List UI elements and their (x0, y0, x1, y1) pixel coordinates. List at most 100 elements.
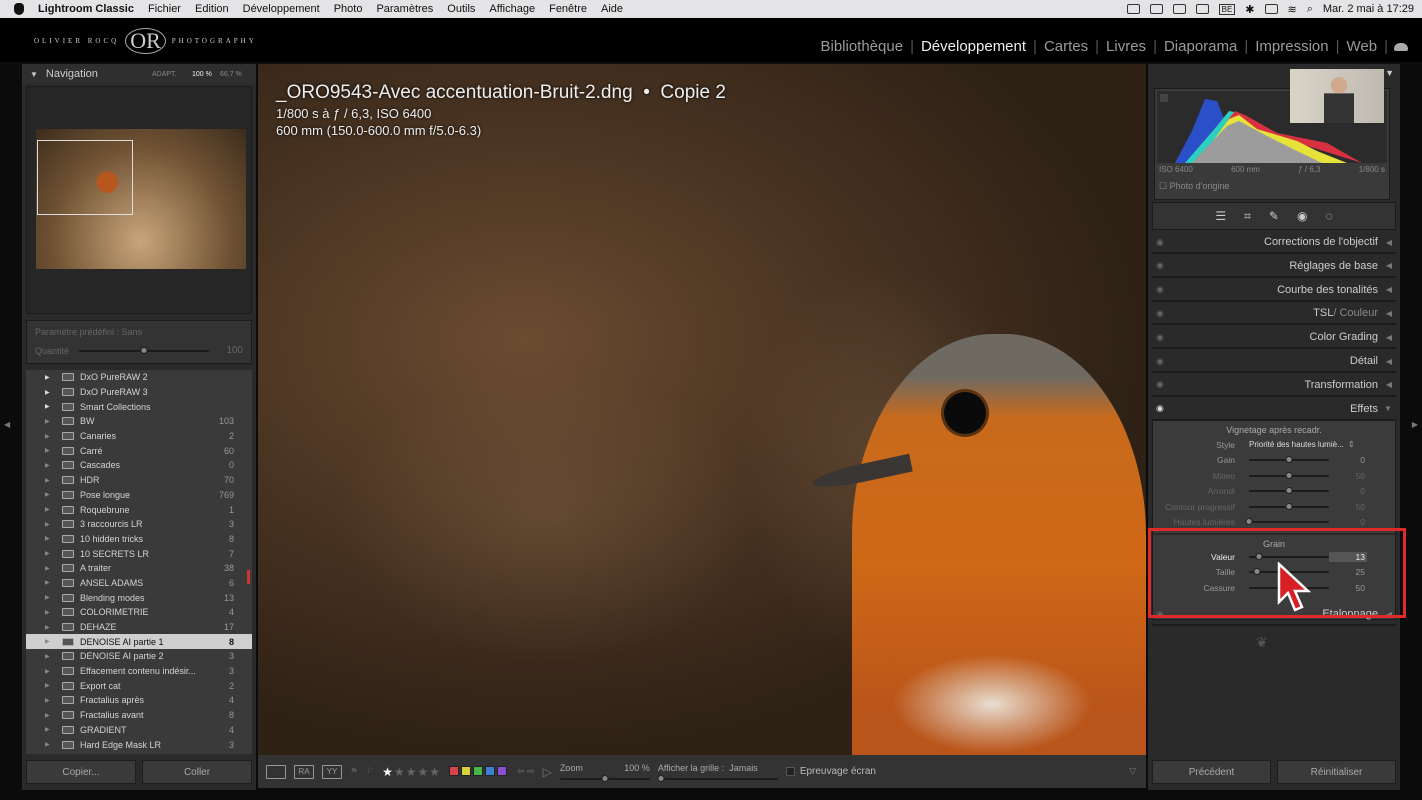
collapse-triangle-icon[interactable]: ▼ (1385, 68, 1394, 78)
color-label-swatch[interactable] (448, 765, 459, 776)
disclosure-triangle-icon[interactable]: ▶ (26, 491, 50, 498)
slider-value[interactable]: 0 (1329, 517, 1367, 527)
menu-developpement[interactable]: Développement (243, 3, 320, 15)
star-icon[interactable]: ★ (429, 765, 441, 779)
zoom-custom-option[interactable]: 66,7 % (220, 71, 242, 78)
module-bibliotheque[interactable]: Bibliothèque (813, 38, 910, 55)
color-label-swatch[interactable] (496, 765, 507, 776)
disclosure-triangle-icon[interactable]: ▶ (26, 638, 50, 645)
star-icon[interactable]: ★ (417, 765, 429, 779)
slider-value[interactable]: 0 (1329, 455, 1367, 465)
collection-item[interactable]: ▶ Blending modes 13 (26, 590, 252, 605)
eye-icon[interactable]: ◉ (1156, 308, 1164, 319)
grid-slider[interactable] (657, 775, 778, 782)
amount-slider[interactable] (79, 346, 209, 354)
healing-icon[interactable]: ✎ (1269, 209, 1279, 223)
photo-canvas[interactable]: _ORO9543-Avec accentuation-Bruit-2.dng •… (258, 64, 1146, 755)
disclosure-triangle-icon[interactable]: ▶ (26, 462, 50, 469)
reject-flag-icon[interactable]: ⚐ (366, 766, 374, 777)
disclosure-triangle-icon[interactable]: ▶ (26, 653, 50, 660)
navigator-header[interactable]: ▼ Navigation ADAPT. 100 % 66,7 % (22, 64, 256, 84)
navigator-thumbnail[interactable] (36, 129, 246, 269)
section-r-glages-de-base[interactable]: ◉ Réglages de base ◀ (1152, 256, 1396, 278)
disclosure-triangle-icon[interactable]: ▶ (26, 403, 50, 410)
star-icon[interactable]: ★ (382, 765, 394, 779)
eye-icon[interactable]: ◉ (1156, 237, 1164, 248)
copy-button[interactable]: Copier... (26, 760, 136, 784)
disclosure-triangle-icon[interactable]: ▶ (26, 447, 50, 454)
module-impression[interactable]: Impression (1248, 38, 1335, 55)
disclosure-triangle-icon[interactable]: ▶ (26, 668, 50, 675)
menu-fichier[interactable]: Fichier (148, 3, 181, 15)
color-label-swatch[interactable] (472, 765, 483, 776)
collection-item[interactable]: ▶ Roquebrune 1 (26, 502, 252, 517)
previous-button[interactable]: Précédent (1152, 760, 1271, 784)
disclosure-triangle-icon[interactable]: ▶ (26, 682, 50, 689)
collection-item[interactable]: ▶ Pose longue 769 (26, 488, 252, 503)
menu-parametres[interactable]: Paramètres (376, 3, 433, 15)
arrondi-slider[interactable] (1249, 487, 1329, 495)
collection-item[interactable]: ▶ Fractalius après 4 (26, 693, 252, 708)
disclosure-triangle-icon[interactable]: ▶ (26, 579, 50, 586)
status-icon[interactable] (1172, 4, 1186, 14)
collapse-triangle-icon[interactable]: ▼ (30, 70, 38, 79)
color-label-swatch[interactable] (460, 765, 471, 776)
before-after-split-icon[interactable]: YY (322, 764, 342, 779)
eye-icon[interactable]: ◉ (1156, 332, 1164, 343)
flag-icon[interactable]: ⚑ (350, 766, 358, 777)
star-rating[interactable]: ★★★★★ (382, 765, 441, 779)
eye-icon[interactable]: ◉ (1156, 403, 1164, 414)
section-transformation[interactable]: ◉ Transformation ◀ (1152, 375, 1396, 397)
collection-item[interactable]: ▶ 3 raccourcis LR 3 (26, 517, 252, 532)
collection-item[interactable]: ▶ Effacement contenu indésir... 3 (26, 664, 252, 679)
module-developpement[interactable]: Développement (914, 38, 1033, 55)
collection-item[interactable]: ▶ ANSEL ADAMS 6 (26, 576, 252, 591)
disclosure-triangle-icon[interactable]: ▶ (26, 565, 50, 572)
crop-icon[interactable]: ⌗ (1244, 209, 1251, 224)
slider-value[interactable]: 50 (1329, 502, 1367, 512)
toolbar-menu-icon[interactable]: ▽ (1129, 766, 1136, 777)
collection-item[interactable]: ▶ Export cat 2 (26, 678, 252, 693)
previous-arrow-icon[interactable]: ⇦ ⇨ (517, 766, 535, 777)
collection-item[interactable]: ▶ Hard Edge Mask LR 3 (26, 737, 252, 752)
disclosure-triangle-icon[interactable]: ▶ (26, 609, 50, 616)
hautes-lumi-res-slider[interactable] (1245, 518, 1329, 526)
eye-icon[interactable]: ◉ (1156, 260, 1164, 271)
menu-edition[interactable]: Edition (195, 3, 229, 15)
menu-photo[interactable]: Photo (334, 3, 363, 15)
collection-item[interactable]: ▶ 10 hidden tricks 8 (26, 532, 252, 547)
disclosure-triangle-icon[interactable]: ▶ (26, 741, 50, 748)
collection-item[interactable]: ▶ COLORIMETRIE 4 (26, 605, 252, 620)
original-photo-checkbox[interactable]: ☐ Photo d'origine (1159, 181, 1229, 192)
disclosure-triangle-icon[interactable]: ▶ (26, 521, 50, 528)
section-tsl[interactable]: ◉ TSL / Couleur ◀ (1152, 303, 1396, 326)
collection-item[interactable]: ▶ Fractalius avant 8 (26, 708, 252, 723)
collection-item[interactable]: ▶ GRADIENT 4 (26, 723, 252, 738)
disclosure-triangle-icon[interactable]: ▶ (26, 594, 50, 601)
left-panel-toggle-icon[interactable]: ◀ (4, 420, 10, 429)
disclosure-triangle-icon[interactable]: ▶ (26, 374, 50, 381)
zoom-100-option[interactable]: 100 % (192, 71, 212, 78)
star-icon[interactable]: ★ (394, 765, 406, 779)
navigator-preview[interactable] (26, 86, 252, 314)
zoom-slider[interactable] (559, 775, 650, 782)
collection-item[interactable]: ▶ Cascades 0 (26, 458, 252, 473)
section-courbe-des-tonalit-s[interactable]: ◉ Courbe des tonalités ◀ (1152, 280, 1396, 302)
battery-icon[interactable] (1264, 4, 1278, 14)
menu-outils[interactable]: Outils (447, 3, 475, 15)
menu-app[interactable]: Lightroom Classic (38, 3, 134, 15)
disclosure-triangle-icon[interactable]: ▶ (26, 477, 50, 484)
right-panel-toggle-icon[interactable]: ▶ (1412, 420, 1418, 429)
bluetooth-icon[interactable]: ✱ (1245, 3, 1254, 16)
cloud-icon[interactable] (1394, 42, 1408, 51)
reset-button[interactable]: Réinitialiser (1277, 760, 1396, 784)
zoom-fit-option[interactable]: ADAPT. (152, 71, 177, 78)
disclosure-triangle-icon[interactable]: ▶ (26, 389, 50, 396)
wifi-icon[interactable]: ≋ (1288, 3, 1297, 16)
collection-item[interactable]: ▶ DEHAZE 17 (26, 620, 252, 635)
disclosure-triangle-icon[interactable]: ▶ (26, 712, 50, 719)
disclosure-triangle-icon[interactable]: ▶ (26, 535, 50, 542)
input-source-badge[interactable]: BE (1218, 3, 1236, 15)
collection-item[interactable]: ▶ Smart Collections (26, 399, 252, 414)
section-effets[interactable]: ◉ Effets ▼ (1152, 399, 1396, 421)
